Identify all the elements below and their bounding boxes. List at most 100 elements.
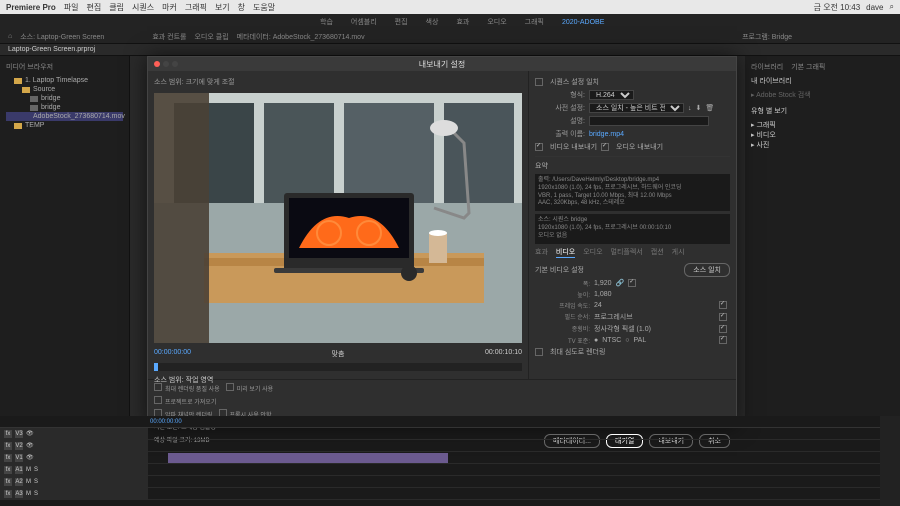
import-proj-checkbox[interactable]	[154, 396, 162, 404]
playhead-icon[interactable]	[154, 363, 158, 371]
link-icon[interactable]: 🔗	[616, 279, 625, 287]
track-toggle[interactable]: fx	[4, 490, 12, 498]
export-audio-checkbox[interactable]	[601, 143, 609, 151]
tree-item[interactable]: TEMP	[6, 121, 123, 130]
tab-caption[interactable]: 캡션	[651, 247, 664, 258]
close-icon[interactable]	[154, 61, 160, 67]
tab-video[interactable]: 비디오	[556, 247, 575, 258]
track-toggle[interactable]: fx	[4, 442, 12, 450]
search-icon[interactable]: ⌕	[890, 2, 894, 12]
width-value[interactable]: 1,920	[594, 280, 612, 287]
aspect-value[interactable]: 정사각형 픽셀 (1.0)	[594, 324, 651, 334]
view-dropdown[interactable]: 유형 별 보기	[751, 106, 894, 116]
use-max-checkbox[interactable]	[154, 383, 162, 391]
track-v3[interactable]: fxV3👁	[0, 428, 880, 440]
match-seq-checkbox[interactable]	[535, 78, 543, 86]
eye-icon[interactable]: 👁	[26, 454, 34, 461]
field-order-value[interactable]: 프로그레시브	[594, 312, 633, 322]
media-browser-tab[interactable]: 미디어 브라우저	[6, 62, 123, 72]
ws-assembly[interactable]: 어셈블리	[351, 17, 377, 27]
tab-program[interactable]: 프로그램: Bridge	[742, 32, 792, 42]
ws-color[interactable]: 색상	[426, 17, 439, 27]
tab-audio[interactable]: 오디오 클립	[194, 32, 228, 42]
tab-metadata[interactable]: 메타데이터: AdobeStock_273680714.mov	[237, 32, 365, 42]
menu-clip[interactable]: 클립	[109, 2, 124, 13]
match-tv-checkbox[interactable]	[719, 336, 727, 344]
track-toggle[interactable]: fx	[4, 430, 12, 438]
fit-dropdown[interactable]: 맞춤	[332, 349, 345, 359]
menu-window[interactable]: 창	[238, 2, 245, 13]
menu-edit[interactable]: 편집	[87, 2, 102, 13]
match-order-checkbox[interactable]	[719, 313, 727, 321]
menu-view[interactable]: 보기	[215, 2, 230, 13]
tree-item-selected[interactable]: AdobeStock_273680714.mov	[6, 112, 123, 121]
tab-effects[interactable]: 효과	[535, 247, 548, 258]
menu-marker[interactable]: 마커	[162, 2, 177, 13]
video-clip[interactable]	[168, 453, 448, 463]
export-preview[interactable]	[154, 93, 522, 343]
tv-ntsc-radio[interactable]: ●	[594, 337, 598, 344]
eye-icon[interactable]: 👁	[26, 430, 34, 437]
source-scale-value[interactable]: 크기에 맞게 조절	[186, 79, 235, 86]
playhead-time[interactable]: 00:00:00:00	[150, 419, 182, 425]
tree-item[interactable]: Source	[6, 85, 123, 94]
comments-input[interactable]	[589, 116, 709, 126]
delete-preset-icon[interactable]: 🗑	[705, 104, 714, 112]
tab-graphics[interactable]: 기본 그래픽	[791, 62, 825, 72]
track-v2[interactable]: fxV2👁	[0, 440, 880, 452]
track-toggle[interactable]: fx	[4, 466, 12, 474]
ws-graphics[interactable]: 그래픽	[525, 17, 544, 27]
ws-fx[interactable]: 효과	[456, 17, 469, 27]
ws-edit[interactable]: 편집	[395, 17, 408, 27]
export-video-checkbox[interactable]	[535, 143, 543, 151]
save-preset-icon[interactable]: ↓	[688, 105, 692, 112]
preset-select[interactable]: 소스 일치 - 높은 비트 전송률	[589, 103, 684, 113]
preview-scrubber[interactable]	[154, 363, 522, 371]
time-ruler[interactable]: 00:00:00:00	[0, 416, 880, 428]
track-a1[interactable]: fxA1MS	[0, 464, 880, 476]
max-depth-checkbox[interactable]	[535, 348, 543, 356]
tree-item[interactable]: 1. Laptop Timelapse	[6, 76, 123, 85]
match-fps-checkbox[interactable]	[719, 301, 727, 309]
track-toggle[interactable]: fx	[4, 454, 12, 462]
menu-help[interactable]: 도움말	[253, 2, 275, 13]
menu-graphics[interactable]: 그래픽	[185, 2, 207, 13]
fps-value[interactable]: 24	[594, 302, 602, 309]
ws-learn[interactable]: 학습	[320, 17, 333, 27]
track-toggle[interactable]: fx	[4, 478, 12, 486]
tree-item[interactable]: bridge	[6, 103, 123, 112]
match-aspect-checkbox[interactable]	[719, 325, 727, 333]
ws-audio[interactable]: 오디오	[487, 17, 506, 27]
tab-audio[interactable]: 오디오	[583, 247, 602, 258]
app-name[interactable]: Premiere Pro	[6, 3, 56, 12]
library-dropdown[interactable]: 내 라이브러리	[751, 76, 894, 86]
lib-group[interactable]: ▸ 그래픽	[751, 120, 894, 130]
dialog-titlebar[interactable]: 내보내기 설정	[148, 57, 736, 71]
tab-libraries[interactable]: 라이브러리	[751, 62, 783, 72]
height-value[interactable]: 1,080	[594, 291, 612, 298]
tab-mux[interactable]: 멀티플렉서	[611, 247, 643, 258]
menu-sequence[interactable]: 시퀀스	[132, 2, 154, 13]
solo-icon[interactable]: S	[34, 491, 38, 497]
menu-file[interactable]: 파일	[64, 2, 79, 13]
track-a3[interactable]: fxA3MS	[0, 488, 880, 500]
stock-search-link[interactable]: Adobe Stock 검색	[756, 92, 811, 99]
ws-custom[interactable]: 2020-ADOBE	[562, 19, 604, 26]
tv-pal-radio[interactable]: ○	[625, 337, 629, 344]
solo-icon[interactable]: S	[34, 467, 38, 473]
home-icon[interactable]: ⌂	[8, 33, 12, 40]
lib-group[interactable]: ▸ 사진	[751, 140, 894, 150]
tab-source[interactable]: 소스: Laptop-Green Screen	[20, 32, 104, 42]
tab-publish[interactable]: 게시	[672, 247, 685, 258]
mute-icon[interactable]: M	[26, 479, 31, 485]
track-a2[interactable]: fxA2MS	[0, 476, 880, 488]
match-source-button[interactable]: 소스 일치	[684, 263, 730, 277]
mute-icon[interactable]: M	[26, 491, 31, 497]
project-tab[interactable]: Laptop-Green Screen.prproj	[8, 46, 95, 53]
lib-group[interactable]: ▸ 비디오	[751, 130, 894, 140]
use-preview-checkbox[interactable]	[226, 383, 234, 391]
output-name-link[interactable]: bridge.mp4	[589, 131, 624, 138]
tab-fx[interactable]: 효과 컨트롤	[152, 32, 186, 42]
eye-icon[interactable]: 👁	[26, 442, 34, 449]
format-select[interactable]: H.264	[589, 90, 634, 100]
